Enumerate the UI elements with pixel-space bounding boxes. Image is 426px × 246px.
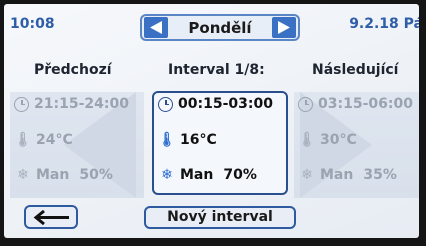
next-column-header: Následující xyxy=(312,62,399,78)
previous-fan-row: ❄ Man 50% xyxy=(14,167,113,183)
thermometer-icon: 🌡 xyxy=(14,132,32,148)
thermometer-icon: 🌡 xyxy=(298,132,316,148)
back-arrow-icon xyxy=(33,210,69,225)
current-fan-percent: 70% xyxy=(223,167,257,183)
next-fan-row: ❄ Man 35% xyxy=(298,167,397,183)
day-selector: Pondělí xyxy=(140,14,300,41)
date-label: 9.2.18 Pá xyxy=(349,16,419,32)
fan-icon: ❄ xyxy=(301,167,313,183)
next-time-row: 03:15-06:00 xyxy=(298,96,413,112)
next-temp-row: 🌡 30°C xyxy=(298,132,357,148)
clock-icon xyxy=(158,96,173,112)
day-label: Pondělí xyxy=(188,19,252,37)
fan-icon: ❄ xyxy=(161,167,173,183)
previous-time-row: 21:15-24:00 xyxy=(14,96,129,112)
previous-fan-mode: Man xyxy=(36,167,70,183)
current-temp: 16°C xyxy=(180,132,217,148)
previous-temp: 24°C xyxy=(36,132,73,148)
current-temp-row: 🌡 16°C xyxy=(158,132,217,148)
prev-day-button[interactable] xyxy=(144,17,168,38)
arrow-left-icon xyxy=(150,21,162,34)
next-time: 03:15-06:00 xyxy=(318,96,413,112)
touch-screen: 10:08 Pondělí 9.2.18 Pá Předchozí Interv… xyxy=(4,4,419,238)
thermometer-icon: 🌡 xyxy=(158,132,176,148)
next-day-button[interactable] xyxy=(272,17,296,38)
clock-icon xyxy=(14,96,29,112)
current-fan-row: ❄ Man 70% xyxy=(158,167,257,183)
back-button[interactable] xyxy=(24,205,78,229)
previous-time: 21:15-24:00 xyxy=(34,96,129,112)
fan-icon: ❄ xyxy=(17,167,29,183)
next-temp: 30°C xyxy=(320,132,357,148)
previous-column-header: Předchozí xyxy=(34,62,112,78)
clock-time: 10:08 xyxy=(10,16,55,32)
previous-temp-row: 🌡 24°C xyxy=(14,132,73,148)
next-fan-mode: Man xyxy=(320,167,354,183)
arrow-right-icon xyxy=(278,21,290,34)
current-column-header: Interval 1/8: xyxy=(168,62,265,78)
device-bezel: 10:08 Pondělí 9.2.18 Pá Předchozí Interv… xyxy=(0,0,426,246)
current-time-row: 00:15-03:00 xyxy=(158,96,273,112)
current-fan-mode: Man xyxy=(180,167,214,183)
current-time: 00:15-03:00 xyxy=(178,96,273,112)
previous-fan-percent: 50% xyxy=(79,167,113,183)
clock-icon xyxy=(298,96,313,112)
new-interval-button[interactable]: Nový interval xyxy=(144,206,296,229)
next-fan-percent: 35% xyxy=(363,167,397,183)
